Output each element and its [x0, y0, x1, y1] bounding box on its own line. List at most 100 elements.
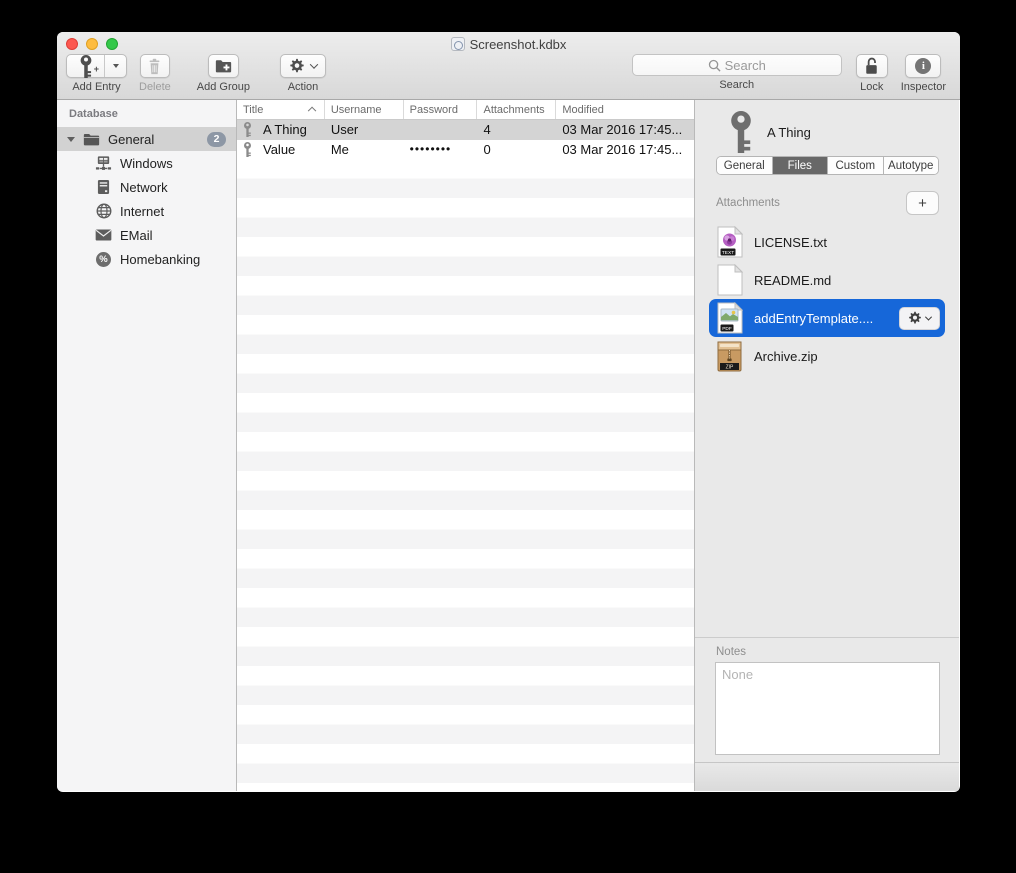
document-file-icon: [716, 264, 743, 297]
globe-icon: [95, 203, 112, 220]
lock-button[interactable]: [856, 54, 888, 78]
add-attachment-button[interactable]: +: [906, 191, 939, 215]
entry-attachments-count: 4: [477, 122, 556, 137]
tab-autotype[interactable]: Autotype: [884, 157, 939, 174]
inspector-button[interactable]: i: [905, 54, 941, 78]
titlebar: Screenshot.kdbx: [57, 36, 960, 52]
entry-title: Value: [263, 142, 295, 157]
attachment-row-archive[interactable]: ZIP Archive.zip: [709, 337, 945, 375]
sort-ascending-icon: [308, 106, 316, 114]
sidebar-item-label: Internet: [120, 204, 164, 219]
attachment-name: LICENSE.txt: [754, 235, 940, 250]
inspector-panel: A Thing General Files Custom Autotype At…: [695, 100, 959, 791]
search-input[interactable]: Search: [632, 54, 842, 76]
column-header-modified[interactable]: Modified: [556, 100, 694, 119]
search-icon: [708, 59, 721, 72]
tab-general[interactable]: General: [717, 157, 773, 174]
inspector-label: Inspector: [901, 81, 946, 93]
delete-label: Delete: [139, 81, 171, 93]
lock-label: Lock: [860, 81, 883, 93]
pdf-file-icon: PDF: [716, 302, 743, 335]
info-icon: i: [915, 58, 931, 74]
search-area: Search Search: [632, 54, 842, 96]
sidebar-item-label: Windows: [120, 156, 173, 171]
server-icon: [95, 179, 112, 196]
column-header-attachments[interactable]: Attachments: [477, 100, 556, 119]
add-entry-button[interactable]: +: [66, 54, 127, 78]
action-label: Action: [288, 81, 319, 93]
zip-file-icon: ZIP: [716, 340, 743, 373]
column-header-title[interactable]: Title: [237, 100, 325, 119]
column-header-username[interactable]: Username: [325, 100, 404, 119]
sidebar-item-label: Homebanking: [120, 252, 200, 267]
sidebar-item-label: Network: [120, 180, 168, 195]
attachment-row-addentrytemplate[interactable]: PDF addEntryTemplate....: [709, 299, 945, 337]
attachment-action-menu-button[interactable]: [899, 307, 940, 330]
sidebar-item-label: EMail: [120, 228, 153, 243]
gear-icon: [908, 311, 922, 325]
table-row[interactable]: Value Me •••••••• 0 03 Mar 2016 17:45...: [237, 140, 694, 160]
key-icon: [728, 111, 754, 153]
attachment-row-readme[interactable]: README.md: [709, 261, 945, 299]
delete-button[interactable]: [140, 54, 170, 78]
inspector-tabs: General Files Custom Autotype: [716, 156, 939, 175]
svg-text:PDF: PDF: [722, 326, 732, 332]
chevron-down-icon: [925, 313, 932, 320]
window-title: Screenshot.kdbx: [470, 37, 567, 52]
inspector-header: A Thing: [695, 100, 959, 152]
attachment-name: README.md: [754, 273, 940, 288]
svg-text:ZIP: ZIP: [726, 364, 734, 370]
tab-files[interactable]: Files: [773, 157, 829, 174]
sidebar-item-label: General: [108, 132, 154, 147]
sidebar-item-email[interactable]: EMail: [57, 223, 236, 247]
sidebar: Database General 2: [57, 100, 237, 791]
attachment-name: Archive.zip: [754, 349, 940, 364]
entry-modified: 03 Mar 2016 17:45...: [556, 122, 694, 137]
sidebar-item-internet[interactable]: Internet: [57, 199, 236, 223]
add-entry-label: Add Entry: [72, 81, 120, 93]
add-group-label: Add Group: [197, 81, 250, 93]
app-window: Screenshot.kdbx + Add Entry: [57, 32, 960, 792]
entry-username: Me: [325, 142, 404, 157]
content: Database General 2: [57, 100, 960, 791]
text-file-icon: TEXT: [716, 226, 743, 259]
empty-rows-area: [237, 159, 694, 791]
entry-attachments-count: 0: [477, 142, 556, 157]
workgroup-icon: [95, 155, 112, 172]
tab-custom[interactable]: Custom: [828, 157, 884, 174]
sidebar-item-windows[interactable]: Windows: [57, 151, 236, 175]
table-header: Title Username Password Attachments Modi…: [237, 100, 694, 120]
percent-icon: %: [95, 251, 112, 268]
add-group-button[interactable]: [208, 54, 239, 78]
table-row[interactable]: A Thing User 4 03 Mar 2016 17:45...: [237, 120, 694, 140]
envelope-icon: [95, 227, 112, 244]
entry-count-badge: 2: [207, 132, 226, 147]
attachment-name: addEntryTemplate....: [754, 311, 899, 326]
inspector-entry-title: A Thing: [767, 125, 811, 140]
inspector-footer: [695, 762, 959, 791]
sidebar-item-network[interactable]: Network: [57, 175, 236, 199]
sidebar-item-homebanking[interactable]: % Homebanking: [57, 247, 236, 271]
gear-icon: [289, 58, 305, 74]
lock-open-icon: [864, 57, 879, 75]
toolbar: Screenshot.kdbx + Add Entry: [57, 32, 960, 100]
disclosure-triangle-icon[interactable]: [67, 137, 75, 142]
attachments-list: TEXT LICENSE.txt README.md: [709, 223, 945, 375]
key-icon: [243, 122, 252, 137]
trash-icon: [148, 58, 161, 75]
entry-modified: 03 Mar 2016 17:45...: [556, 142, 694, 157]
notes-input[interactable]: [715, 662, 940, 755]
attachments-label: Attachments: [716, 197, 780, 209]
document-icon: [451, 37, 465, 51]
key-plus-icon[interactable]: +: [67, 55, 105, 77]
notes-label: Notes: [716, 646, 746, 658]
action-button[interactable]: [280, 54, 326, 78]
entry-password: ••••••••: [404, 142, 478, 156]
column-header-password[interactable]: Password: [404, 100, 478, 119]
attachment-row-license[interactable]: TEXT LICENSE.txt: [709, 223, 945, 261]
svg-text:TEXT: TEXT: [721, 250, 733, 256]
add-entry-dropdown[interactable]: [105, 55, 126, 77]
folder-icon: [83, 133, 100, 146]
sidebar-item-general[interactable]: General 2: [57, 127, 236, 151]
sidebar-section-header: Database: [57, 100, 236, 124]
